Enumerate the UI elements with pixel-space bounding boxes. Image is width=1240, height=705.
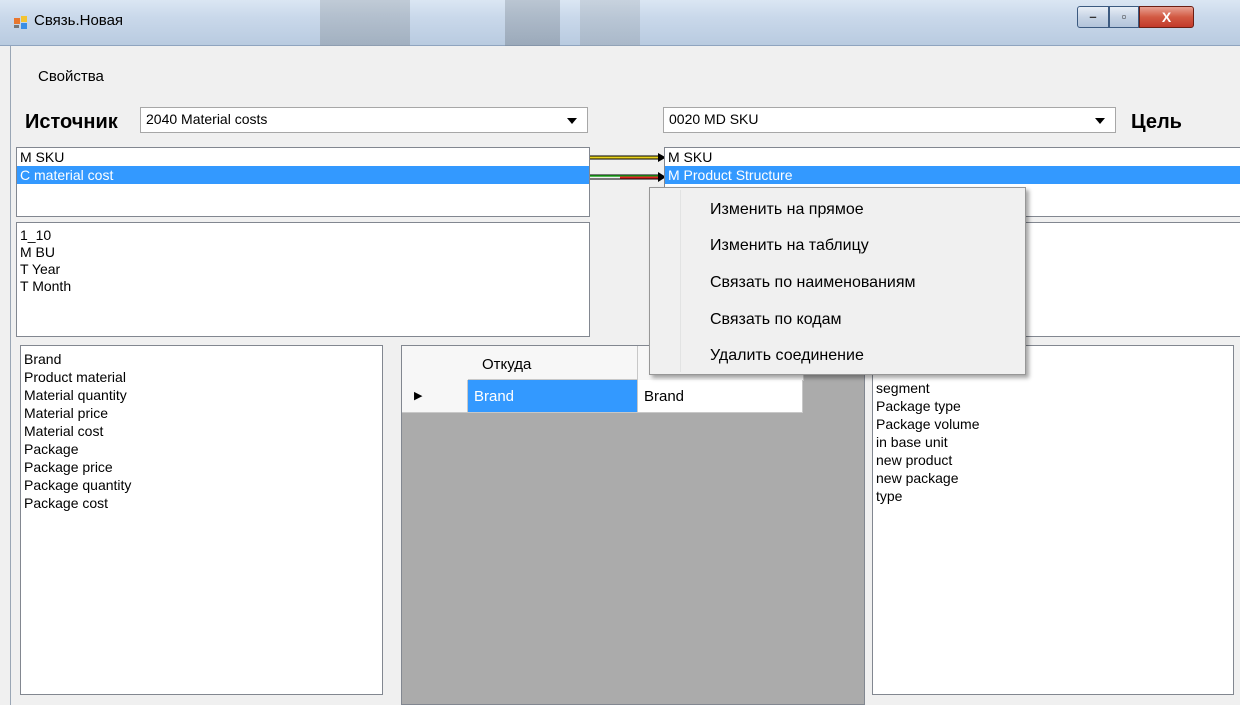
target-label: Цель bbox=[1131, 111, 1182, 133]
row-indicator-icon[interactable]: ▶ bbox=[402, 380, 468, 413]
menu-item-make-table[interactable]: Изменить на таблицу bbox=[710, 237, 869, 255]
target-select[interactable]: 0020 MD SKU bbox=[663, 107, 1116, 133]
chevron-down-icon bbox=[1095, 118, 1105, 124]
title-bar[interactable] bbox=[0, 0, 1240, 46]
link-arrows[interactable] bbox=[590, 150, 670, 186]
menu-item-link-by-codes[interactable]: Связать по кодам bbox=[710, 311, 842, 329]
grid-cell-from[interactable]: Brand bbox=[468, 380, 638, 413]
menu-item-delete-connection[interactable]: Удалить соединение bbox=[710, 347, 864, 365]
close-icon: X bbox=[1161, 9, 1172, 25]
source-attributes-list[interactable]: Brand Product material Material quantity… bbox=[20, 345, 383, 695]
list-item[interactable]: in base unit bbox=[873, 433, 1233, 451]
list-item[interactable]: Package type bbox=[873, 397, 1233, 415]
list-item[interactable]: Package cost bbox=[21, 494, 382, 512]
list-item[interactable]: Brand bbox=[21, 350, 382, 368]
close-button[interactable]: X bbox=[1139, 6, 1194, 28]
link-arrow-product-structure[interactable] bbox=[590, 172, 666, 182]
list-item[interactable]: Product material bbox=[21, 368, 382, 386]
grid-cell-to[interactable]: Brand bbox=[638, 380, 803, 413]
menu-properties[interactable]: Свойства bbox=[38, 68, 104, 85]
list-item[interactable]: Package price bbox=[21, 458, 382, 476]
window-title: Связь.Новая bbox=[34, 12, 124, 29]
maximize-icon: ▫ bbox=[1121, 9, 1127, 24]
maximize-button[interactable]: ▫ bbox=[1109, 6, 1139, 28]
source-dimensions-list[interactable]: M SKU C material cost bbox=[16, 147, 590, 217]
minimize-button[interactable]: – bbox=[1077, 6, 1109, 28]
target-select-value: 0020 MD SKU bbox=[669, 111, 759, 127]
list-item[interactable]: Material cost bbox=[21, 422, 382, 440]
list-item[interactable]: M BU bbox=[17, 244, 589, 261]
source-other-list[interactable]: 1_10 M BU T Year T Month bbox=[16, 222, 590, 337]
list-item-selected[interactable]: M Product Structure bbox=[665, 166, 1240, 184]
minimize-icon: – bbox=[1089, 9, 1097, 24]
list-item[interactable]: M SKU bbox=[17, 148, 589, 166]
link-arrow-msku[interactable] bbox=[590, 153, 666, 162]
grid-corner-header bbox=[402, 346, 469, 381]
source-label: Источник bbox=[25, 111, 118, 133]
list-item[interactable]: new package bbox=[873, 469, 1233, 487]
target-attributes-list[interactable]: Brand segment Package type Package volum… bbox=[872, 345, 1234, 695]
list-item[interactable]: 1_10 bbox=[17, 227, 589, 244]
list-item[interactable]: T Year bbox=[17, 261, 589, 278]
list-item[interactable]: Material quantity bbox=[21, 386, 382, 404]
grid-column-header-from[interactable]: Откуда bbox=[468, 346, 638, 380]
list-item[interactable]: type bbox=[873, 487, 1233, 505]
menu-item-link-by-names[interactable]: Связать по наименованиям bbox=[710, 274, 916, 292]
list-item[interactable]: Package quantity bbox=[21, 476, 382, 494]
mapping-grid[interactable]: Откуда ▶ Brand Brand bbox=[401, 345, 865, 705]
list-item[interactable]: Package bbox=[21, 440, 382, 458]
source-select[interactable]: 2040 Material costs bbox=[140, 107, 588, 133]
list-item[interactable]: Material price bbox=[21, 404, 382, 422]
context-menu: Изменить на прямое Изменить на таблицу С… bbox=[649, 187, 1026, 375]
list-item[interactable]: M SKU bbox=[665, 148, 1240, 166]
list-item[interactable]: Package volume bbox=[873, 415, 1233, 433]
menu-item-make-direct[interactable]: Изменить на прямое bbox=[710, 201, 864, 219]
list-item-selected[interactable]: C material cost bbox=[17, 166, 589, 184]
app-icon bbox=[14, 16, 28, 30]
chevron-down-icon bbox=[567, 118, 577, 124]
source-select-value: 2040 Material costs bbox=[146, 111, 268, 127]
list-item[interactable]: T Month bbox=[17, 278, 589, 295]
list-item[interactable]: segment bbox=[873, 379, 1233, 397]
list-item[interactable]: new product bbox=[873, 451, 1233, 469]
